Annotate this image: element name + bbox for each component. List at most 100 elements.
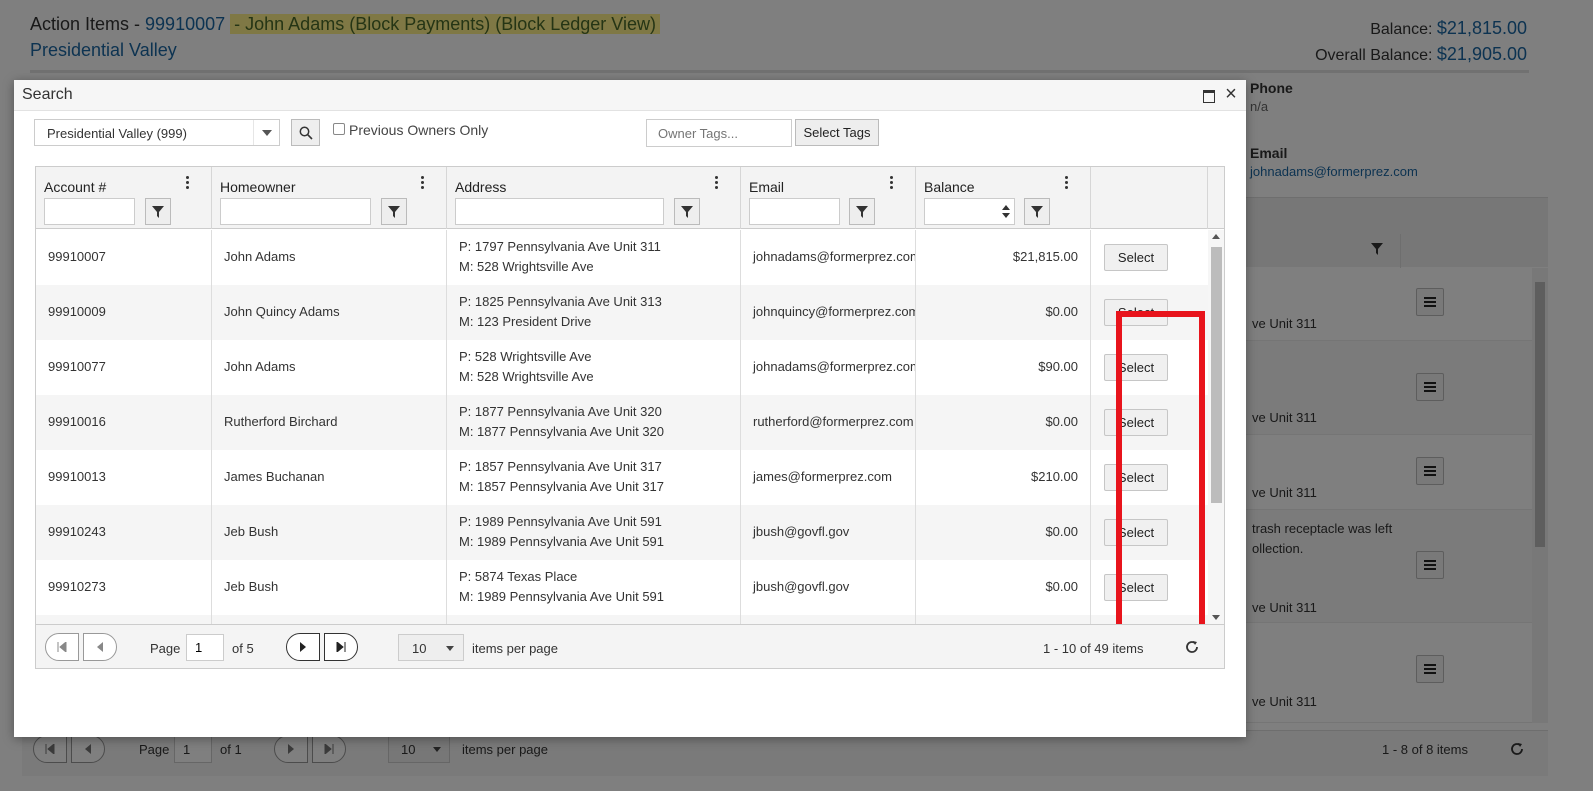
owner-search-grid: Account # Homeowner Address Email Balanc… xyxy=(35,166,1225,669)
homeowner-filter-button[interactable] xyxy=(381,198,407,225)
balance-cell: $0.00 xyxy=(1045,414,1078,429)
column-title: Account # xyxy=(44,179,107,195)
column-title: Address xyxy=(455,179,507,195)
column-menu-icon[interactable] xyxy=(186,176,190,190)
email-filter-input[interactable] xyxy=(749,198,840,225)
balance-cell: $90.00 xyxy=(1038,359,1078,374)
account-filter-input[interactable] xyxy=(44,198,135,225)
prev-page-button[interactable] xyxy=(83,633,117,661)
account-cell: 99910273 xyxy=(48,579,106,594)
grid-body: 99910007 John Adams P: 1797 Pennsylvania… xyxy=(36,230,1208,624)
search-icon xyxy=(299,126,313,140)
select-button[interactable]: Select xyxy=(1104,354,1168,381)
balance-filter-button[interactable] xyxy=(1024,198,1050,225)
filter-icon xyxy=(1031,206,1043,218)
homeowner-cell: Jeb Bush xyxy=(224,579,279,594)
address-filter-button[interactable] xyxy=(674,198,700,225)
email-cell: jbush@govfl.gov xyxy=(753,524,850,539)
account-cell: 99910013 xyxy=(48,469,106,484)
filter-icon xyxy=(681,206,693,218)
email-cell: jbush@govfl.gov xyxy=(753,579,850,594)
table-row xyxy=(36,615,1208,624)
items-range: 1 - 10 of 49 items xyxy=(1043,641,1144,656)
select-button[interactable]: Select xyxy=(1104,519,1168,546)
prev-page-icon xyxy=(97,642,103,652)
address-filter-input[interactable] xyxy=(455,198,664,225)
homeowner-cell: Jeb Bush xyxy=(224,524,279,539)
page-size-select[interactable]: 10 xyxy=(398,634,464,661)
select-button[interactable]: Select xyxy=(1104,244,1168,271)
select-tags-button[interactable]: Select Tags xyxy=(795,119,879,146)
chevron-down-icon xyxy=(446,646,454,651)
dialog-titlebar[interactable]: Search × xyxy=(14,80,1246,111)
table-row: 99910273 Jeb Bush P: 5874 Texas Place M: … xyxy=(36,560,1208,615)
balance-filter-input[interactable] xyxy=(924,198,1015,225)
mailing-address: M: 528 Wrightsville Ave xyxy=(459,259,594,274)
homeowner-cell: John Adams xyxy=(224,359,296,374)
table-row: 99910007 John Adams P: 1797 Pennsylvania… xyxy=(36,230,1208,285)
dialog-title: Search xyxy=(22,86,73,103)
grid-scrollbar[interactable] xyxy=(1208,230,1224,624)
association-select[interactable]: Presidential Valley (999) xyxy=(34,119,280,146)
column-menu-icon[interactable] xyxy=(715,176,719,190)
grid-pager: Page of 5 10 items per page 1 - 10 of 49… xyxy=(36,624,1224,668)
scrollbar-thumb[interactable] xyxy=(1211,247,1222,503)
column-title: Homeowner xyxy=(220,179,296,195)
association-select-value: Presidential Valley (999) xyxy=(47,126,187,141)
mailing-address: M: 1989 Pennsylvania Ave Unit 591 xyxy=(459,534,665,549)
select-button[interactable]: Select xyxy=(1104,574,1168,601)
mailing-address: M: 123 President Drive xyxy=(459,314,592,329)
property-address: P: 1797 Pennsylvania Ave Unit 311 xyxy=(459,239,661,254)
column-header-account[interactable]: Account # xyxy=(36,167,212,229)
filter-icon xyxy=(856,206,868,218)
last-page-button[interactable] xyxy=(324,633,358,661)
balance-cell: $0.00 xyxy=(1045,304,1078,319)
search-button[interactable] xyxy=(291,119,320,146)
page-input[interactable] xyxy=(186,634,224,661)
column-header-balance[interactable]: Balance xyxy=(916,167,1091,229)
mailing-address: M: 1877 Pennsylvania Ave Unit 320 xyxy=(459,424,665,439)
homeowner-cell: John Quincy Adams xyxy=(224,304,340,319)
table-row: 99910077 John Adams P: 528 Wrightsville … xyxy=(36,340,1208,395)
scroll-down-icon[interactable] xyxy=(1212,615,1220,620)
select-button[interactable]: Select xyxy=(1104,409,1168,436)
refresh-icon[interactable] xyxy=(1184,639,1200,655)
next-page-button[interactable] xyxy=(286,633,320,661)
homeowner-cell: John Adams xyxy=(224,249,296,264)
balance-cell: $0.00 xyxy=(1045,524,1078,539)
header-scroll-pad xyxy=(1208,167,1224,229)
column-title: Email xyxy=(749,179,785,195)
column-menu-icon[interactable] xyxy=(890,176,894,190)
balance-cell: $210.00 xyxy=(1031,469,1078,484)
owner-tags-input[interactable] xyxy=(646,119,792,147)
maximize-icon[interactable] xyxy=(1201,86,1217,104)
page-size-value: 10 xyxy=(412,641,427,656)
account-cell: 99910077 xyxy=(48,359,106,374)
column-title: Balance xyxy=(924,179,975,195)
scroll-up-icon[interactable] xyxy=(1212,234,1220,239)
column-header-homeowner[interactable]: Homeowner xyxy=(212,167,447,229)
column-menu-icon[interactable] xyxy=(421,176,425,190)
select-button[interactable]: Select xyxy=(1104,299,1168,326)
property-address: P: 1857 Pennsylvania Ave Unit 317 xyxy=(459,459,662,474)
property-address: P: 1825 Pennsylvania Ave Unit 313 xyxy=(459,294,662,309)
column-header-address[interactable]: Address xyxy=(447,167,741,229)
account-filter-button[interactable] xyxy=(145,198,171,225)
balance-cell: $21,815.00 xyxy=(1012,249,1078,264)
select-button[interactable]: Select xyxy=(1104,464,1168,491)
homeowner-filter-input[interactable] xyxy=(220,198,371,225)
numeric-spinner-icon[interactable] xyxy=(1001,205,1011,219)
close-icon[interactable]: × xyxy=(1223,84,1239,104)
previous-owners-label: Previous Owners Only xyxy=(349,122,489,138)
next-page-icon xyxy=(300,642,306,652)
column-header-email[interactable]: Email xyxy=(741,167,916,229)
previous-owners-checkbox[interactable] xyxy=(333,123,345,135)
page-count: of 5 xyxy=(232,641,254,656)
items-per-page-label: items per page xyxy=(472,641,558,656)
table-row: 99910016 Rutherford Birchard P: 1877 Pen… xyxy=(36,395,1208,450)
homeowner-cell: James Buchanan xyxy=(224,469,325,484)
column-menu-icon[interactable] xyxy=(1065,176,1069,190)
email-filter-button[interactable] xyxy=(849,198,875,225)
table-row: 99910009 John Quincy Adams P: 1825 Penns… xyxy=(36,285,1208,340)
first-page-button[interactable] xyxy=(45,633,79,661)
